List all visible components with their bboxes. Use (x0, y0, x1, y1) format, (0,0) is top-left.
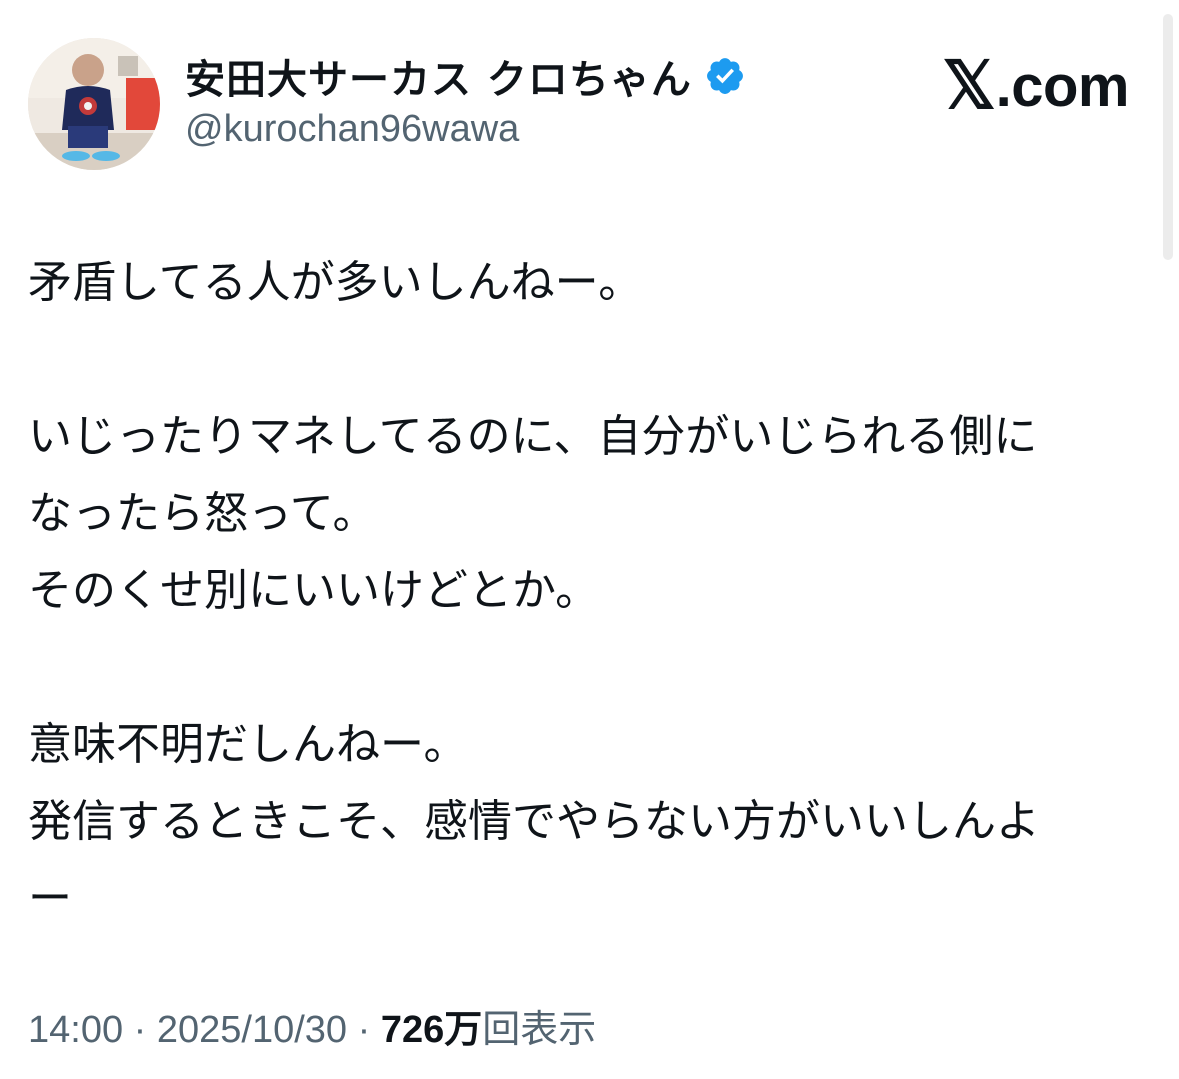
tweet-line: そのくせ別にいいけどとか。 (28, 565, 600, 616)
tweet-date[interactable]: 2025/10/30 (157, 1009, 347, 1051)
x-logo-icon: 𝕏 (942, 50, 996, 123)
author-display-name[interactable]: 安田大サーカス クロちゃん (185, 47, 692, 105)
meta-separator: · (347, 1009, 381, 1051)
tweet-line: 矛盾してる人が多いしんねー。 (28, 257, 643, 308)
tweet-line: ー (28, 873, 72, 924)
verified-badge-icon[interactable] (704, 55, 746, 97)
avatar[interactable] (28, 38, 160, 170)
tweet-line: いじったりマネしてるのに、自分がいじられる側に (28, 411, 1038, 462)
tweet-line: なったら怒って。 (28, 488, 377, 539)
tweet-meta: 14:00 · 2025/10/30 · 726万回表示 (28, 998, 596, 1053)
views-label: 回表示 (482, 1009, 597, 1051)
tweet-time[interactable]: 14:00 (28, 1009, 123, 1051)
meta-separator: · (123, 1009, 157, 1051)
scrollbar[interactable] (1163, 14, 1173, 260)
avatar-photo (28, 38, 160, 170)
views-count: 726万 (380, 1009, 483, 1051)
tweet-text: 矛盾してる人が多いしんねー。 いじったりマネしてるのに、自分がいじられる側に な… (28, 244, 1138, 937)
x-logo-text: .com (995, 54, 1130, 119)
tweet-line: 意味不明だしんねー。 (28, 719, 468, 770)
tweet-line: 発信するときこそ、感情でやらない方がいいしんよ (28, 796, 1040, 847)
author-name-row[interactable]: 安田大サーカス クロちゃん (185, 47, 746, 105)
author-handle[interactable]: @kurochan96wawa (185, 108, 519, 151)
x-com-logo: 𝕏 .com (942, 52, 1129, 122)
